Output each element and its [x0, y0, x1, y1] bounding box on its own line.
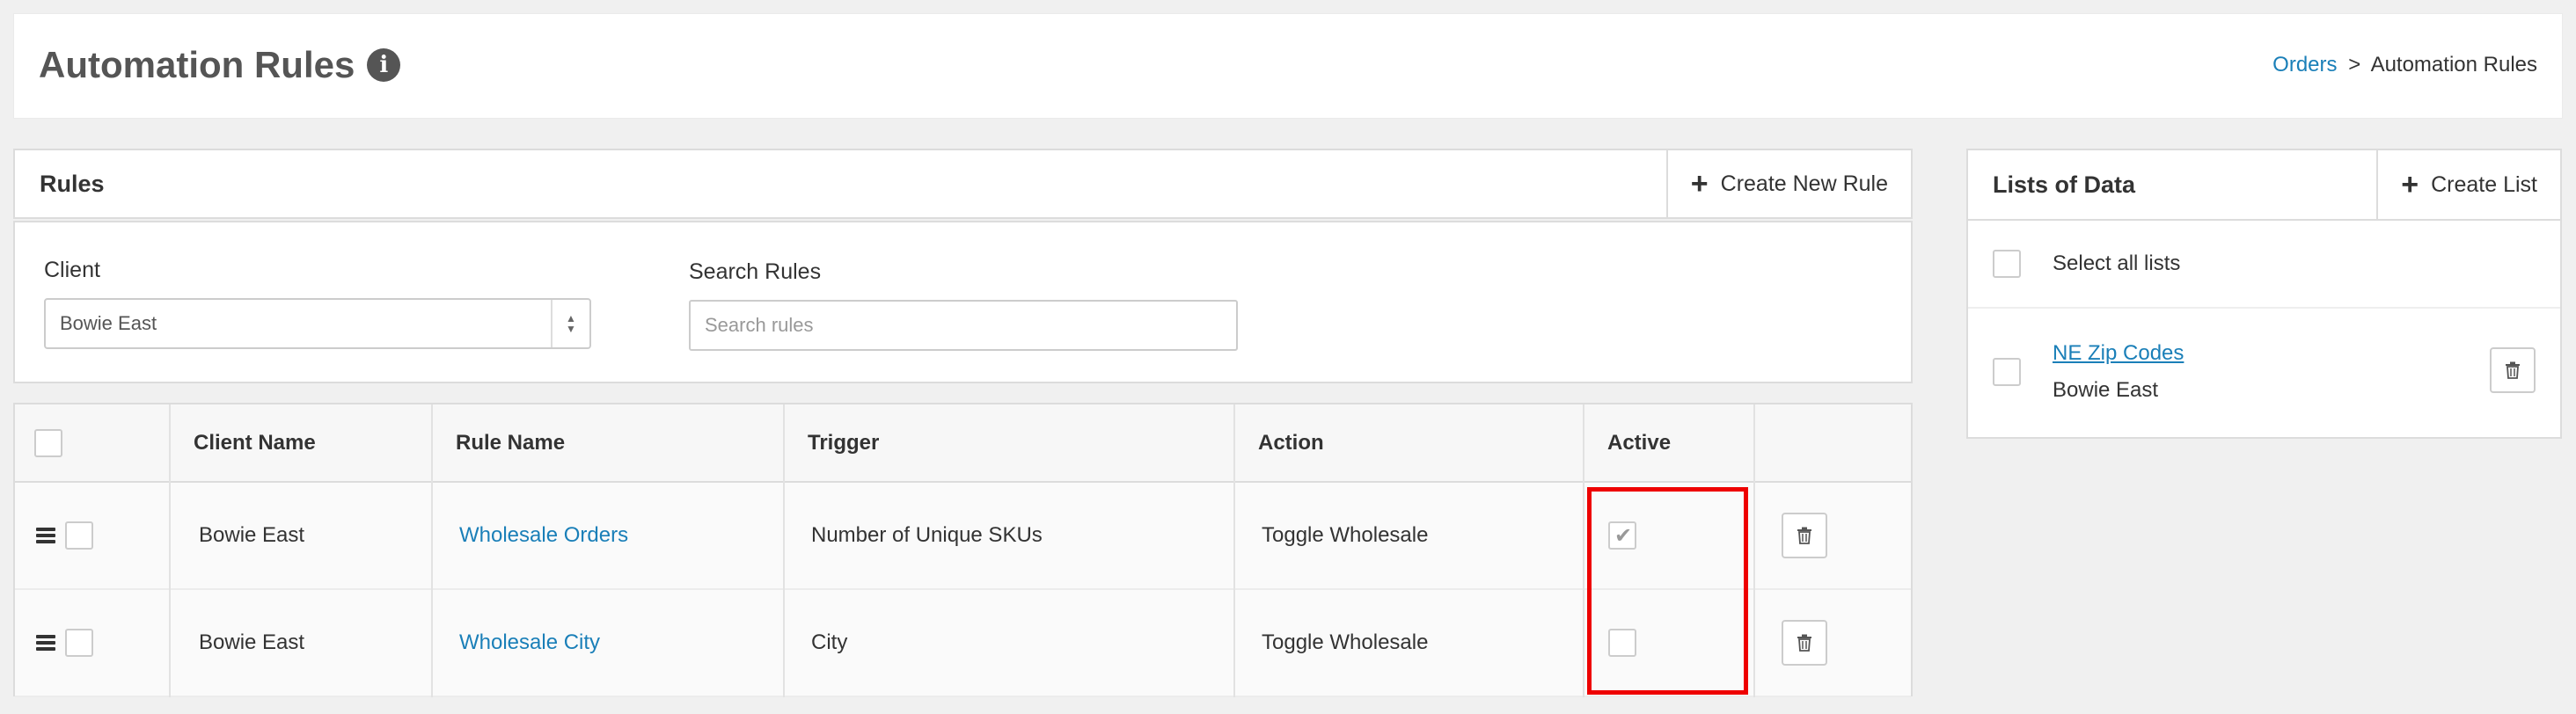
cell-rule-name: Wholesale Orders [432, 482, 785, 589]
list-item-checkbox[interactable] [1993, 358, 2021, 386]
trash-icon [2506, 361, 2520, 379]
create-new-rule-label: Create New Rule [1720, 171, 1888, 196]
list-item: NE Zip Codes Bowie East [1968, 309, 2560, 435]
create-list-button[interactable]: + Create List [2376, 150, 2560, 219]
table-row: Bowie East Wholesale Orders Number of Un… [15, 482, 1911, 589]
delete-list-button[interactable] [2490, 347, 2536, 393]
row-select-checkbox[interactable] [64, 521, 93, 550]
lists-panel-header: Lists of Data + Create List [1968, 150, 2560, 221]
cell-active [1584, 589, 1755, 696]
plus-icon: + [1690, 167, 1709, 200]
row-controls [15, 482, 171, 589]
breadcrumb-separator: > [2348, 53, 2361, 76]
plus-icon: + [2401, 168, 2419, 201]
select-all-rules-checkbox[interactable] [34, 428, 62, 457]
column-header-rule-name: Rule Name [432, 404, 785, 482]
rules-panel-header: Rules + Create New Rule [15, 150, 1911, 217]
column-header-client-name: Client Name [170, 404, 433, 482]
select-all-lists-label: Select all lists [2053, 251, 2181, 275]
cell-rule-name: Wholesale City [432, 589, 785, 696]
row-select-checkbox[interactable] [64, 629, 93, 657]
cell-delete [1754, 589, 1911, 696]
column-header-active: Active [1584, 404, 1755, 482]
cell-action: Toggle Wholesale [1234, 482, 1584, 589]
page-title-text: Automation Rules [39, 44, 355, 85]
create-new-rule-button[interactable]: + Create New Rule [1665, 150, 1911, 217]
rule-name-link[interactable]: Wholesale Orders [459, 523, 628, 547]
cell-action: Toggle Wholesale [1234, 589, 1584, 696]
cell-delete [1754, 482, 1911, 589]
info-icon[interactable]: i [367, 48, 401, 82]
row-controls [15, 589, 171, 696]
drag-handle-icon[interactable] [36, 525, 55, 546]
list-item-name-link[interactable]: NE Zip Codes [2053, 341, 2184, 366]
cell-client-name: Bowie East [170, 589, 433, 696]
active-checkbox[interactable] [1608, 521, 1636, 550]
rule-name-link[interactable]: Wholesale City [459, 630, 600, 654]
select-arrows-icon: ▲ ▼ [551, 300, 589, 347]
client-select-value: Bowie East [60, 312, 157, 334]
rules-table: Client Name Rule Name Trigger Action Act… [13, 403, 1913, 696]
client-select[interactable]: Bowie East ▲ ▼ [44, 298, 591, 349]
page-title: Automation Rules i [39, 44, 401, 86]
breadcrumb-current: Automation Rules [2370, 53, 2537, 76]
list-item-text: NE Zip Codes Bowie East [2053, 341, 2184, 403]
list-item-client: Bowie East [2053, 378, 2159, 402]
client-label: Client [44, 258, 100, 282]
trash-icon [1797, 634, 1811, 652]
select-all-rules-header [15, 404, 171, 482]
page-header: Automation Rules i Orders > Automation R… [13, 13, 2563, 119]
select-all-lists-checkbox[interactable] [1993, 250, 2021, 278]
column-header-delete [1754, 404, 1911, 482]
lists-panel-title: Lists of Data [1993, 171, 2136, 198]
delete-rule-button[interactable] [1782, 620, 1827, 666]
cell-active [1584, 482, 1755, 589]
breadcrumb-orders-link[interactable]: Orders [2272, 53, 2337, 76]
cell-trigger: Number of Unique SKUs [784, 482, 1235, 589]
rules-panel: Rules + Create New Rule [13, 149, 1913, 219]
column-header-action: Action [1234, 404, 1584, 482]
delete-rule-button[interactable] [1782, 513, 1827, 558]
cell-client-name: Bowie East [170, 482, 433, 589]
table-row: Bowie East Wholesale City City Toggle Wh… [15, 589, 1911, 696]
drag-handle-icon[interactable] [36, 632, 55, 653]
active-checkbox[interactable] [1608, 629, 1636, 657]
search-rules-label: Search Rules [689, 259, 822, 284]
column-header-trigger: Trigger [784, 404, 1235, 482]
rules-filters: Client Bowie East ▲ ▼ Search Rules [13, 221, 1913, 383]
lists-of-data-panel: Lists of Data + Create List Select all l… [1966, 149, 2562, 439]
cell-trigger: City [784, 589, 1235, 696]
create-list-label: Create List [2431, 171, 2537, 197]
search-rules-input[interactable] [689, 300, 1238, 351]
rules-panel-title: Rules [40, 170, 105, 197]
table-header-row: Client Name Rule Name Trigger Action Act… [15, 404, 1911, 482]
breadcrumb: Orders > Automation Rules [2272, 53, 2537, 77]
select-all-lists-row: Select all lists [1968, 221, 2560, 309]
trash-icon [1797, 527, 1811, 544]
